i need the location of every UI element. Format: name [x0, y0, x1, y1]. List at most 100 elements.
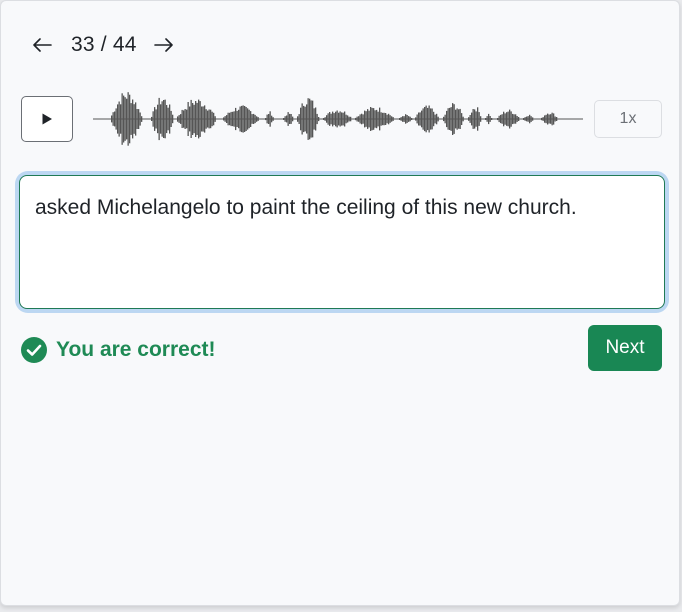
waveform-bar [421, 110, 423, 128]
waveform-bar [547, 113, 549, 125]
waveform-bar [507, 111, 509, 127]
waveform-bar [247, 108, 249, 130]
waveform-bar [242, 105, 244, 133]
waveform-bar [239, 106, 241, 132]
waveform-bar [232, 111, 234, 127]
waveform-bar [350, 116, 352, 122]
waveform-bar [515, 114, 517, 124]
waveform-bar [342, 112, 344, 126]
waveform-bar [409, 116, 411, 122]
next-question-button[interactable] [151, 29, 177, 61]
waveform-bar [371, 107, 373, 131]
waveform-bar [504, 113, 506, 125]
waveform-bar [139, 112, 141, 126]
waveform-bar [180, 114, 182, 124]
waveform-bar [193, 104, 195, 134]
waveform-bar [458, 109, 460, 129]
waveform-bar [117, 104, 119, 134]
waveform-bar [510, 111, 512, 127]
waveform-bar [315, 107, 317, 131]
answer-input[interactable]: asked Michelangelo to paint the ceiling … [19, 175, 665, 309]
waveform-bar [389, 115, 391, 123]
waveform-bar [455, 109, 457, 129]
waveform-bar [301, 103, 303, 135]
waveform-bar [472, 109, 474, 129]
question-counter: 33 / 44 [71, 33, 137, 56]
waveform-bar [348, 116, 350, 122]
waveform-bar [326, 115, 328, 123]
waveform-bar [459, 108, 461, 129]
waveform-bar [136, 109, 138, 129]
waveform-bar [254, 114, 256, 124]
waveform-bar [161, 101, 163, 137]
waveform-bar [408, 116, 410, 122]
playback-speed-button[interactable]: 1x [594, 100, 662, 138]
waveform-bar [450, 107, 452, 131]
waveform-bar [286, 115, 288, 123]
audio-waveform[interactable] [93, 79, 585, 159]
waveform-bar [506, 112, 508, 126]
question-navigation: 33 / 44 [29, 29, 177, 61]
waveform-bar [523, 118, 525, 120]
waveform-bar [419, 112, 421, 126]
waveform-bar [344, 111, 346, 127]
waveform-bar [368, 110, 370, 128]
waveform-bar [265, 118, 267, 121]
waveform-bar [181, 109, 183, 128]
previous-button[interactable] [29, 29, 55, 61]
waveform-bar [290, 114, 292, 124]
arrow-right-icon [153, 38, 173, 52]
waveform-bar [238, 109, 240, 129]
waveform-bar [461, 113, 463, 125]
waveform-bar [374, 110, 376, 128]
waveform-bar [477, 107, 479, 131]
waveform-bar [405, 114, 407, 124]
feedback-text: You are correct! [56, 338, 216, 361]
waveform-bar [112, 112, 114, 126]
play-button[interactable] [21, 96, 73, 142]
waveform-bar [283, 118, 285, 120]
next-button[interactable]: Next [588, 325, 662, 371]
waveform-bar [383, 112, 385, 126]
waveform-bar [124, 97, 126, 141]
waveform-bar [230, 111, 232, 127]
waveform-bar [132, 99, 134, 139]
waveform-bar [178, 115, 180, 123]
waveform-bar [333, 113, 335, 125]
waveform-bar [160, 104, 162, 134]
waveform-bar [436, 113, 438, 125]
waveform-bar [214, 116, 216, 122]
waveform-bar [489, 116, 491, 122]
waveform-bar [425, 105, 427, 133]
waveform-bar [289, 113, 291, 124]
waveform-bar [437, 116, 439, 122]
waveform-bar [403, 116, 405, 122]
answer-field-focus-ring: asked Michelangelo to paint the ceiling … [19, 175, 665, 309]
feedback-message: You are correct! [21, 336, 216, 364]
waveform-bar [224, 116, 226, 122]
waveform-bar [527, 116, 529, 122]
waveform-bar [177, 116, 179, 122]
waveform-bar [115, 108, 117, 130]
waveform-bar [163, 100, 165, 138]
waveform-bar [190, 99, 192, 138]
waveform-bar [468, 117, 470, 121]
waveform-bar [306, 104, 308, 134]
waveform-bar [456, 108, 458, 130]
waveform-bar [364, 110, 366, 128]
waveform-bar [497, 118, 499, 121]
waveform-bar [335, 111, 337, 127]
waveform-bar [201, 106, 203, 132]
waveform-bar [469, 115, 471, 123]
waveform-bar [416, 114, 418, 124]
waveform-bar [226, 115, 228, 123]
waveform-bar [211, 111, 213, 127]
waveform-bar [166, 105, 168, 134]
waveform-bar [318, 117, 320, 122]
waveform-bar [449, 107, 451, 130]
waveform-bar [251, 114, 253, 124]
waveform-bar [155, 109, 157, 129]
waveform-bar [307, 98, 309, 140]
waveform-bar [167, 107, 169, 131]
waveform-bar [386, 114, 388, 124]
